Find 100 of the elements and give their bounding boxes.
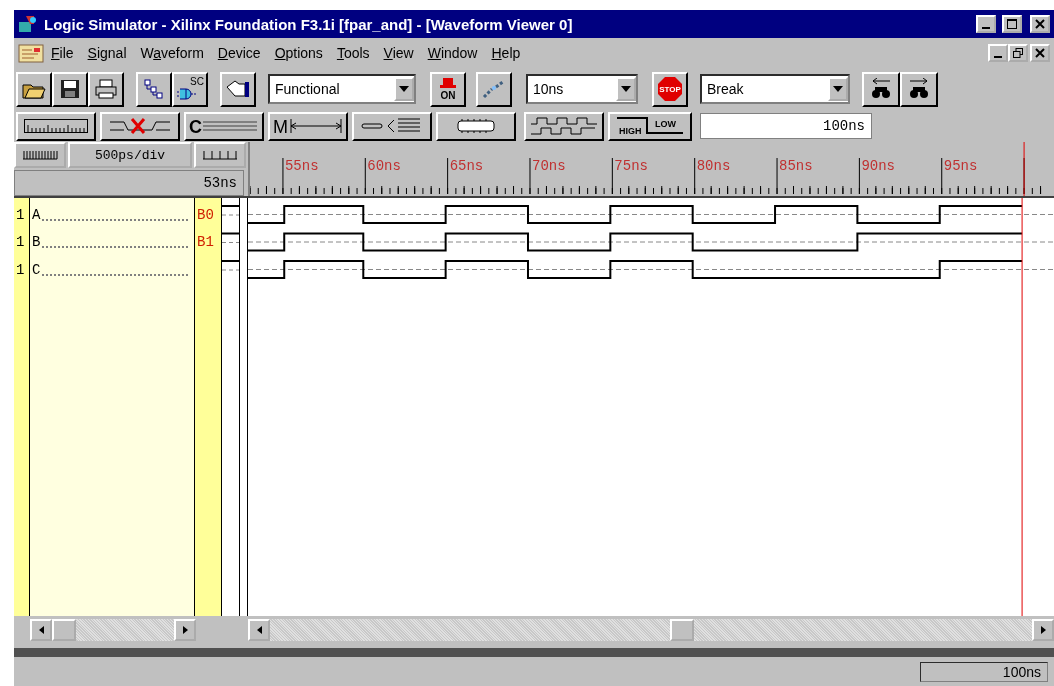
high-low-button[interactable]: HIGH LOW	[608, 111, 692, 141]
status-time: 100ns	[920, 661, 1048, 682]
stop-button[interactable]: STOP	[652, 71, 688, 107]
time-label: 85ns	[779, 158, 813, 174]
scroll-left-button[interactable]	[30, 619, 52, 641]
find-previous-button[interactable]	[862, 71, 900, 107]
menu-item[interactable]: Signal	[80, 45, 134, 61]
stop-label: STOP	[659, 85, 681, 94]
close-icon	[1035, 48, 1045, 58]
probe-button[interactable]	[476, 71, 512, 107]
gate-button[interactable]: SC	[172, 71, 208, 107]
mode-value: Functional	[275, 81, 340, 97]
time-label: 90ns	[861, 158, 895, 174]
time-label: 75ns	[614, 158, 648, 174]
hierarchy-icon	[143, 78, 165, 100]
marker-button[interactable]: M	[268, 111, 348, 141]
crossed-waveform-icon	[108, 116, 172, 136]
pointing-hand-icon	[225, 79, 251, 99]
dropdown-button[interactable]	[616, 77, 636, 101]
scroll-right-button[interactable]	[174, 619, 196, 641]
close-icon	[1035, 19, 1045, 29]
step-value: 10ns	[533, 81, 564, 97]
signal-value: B1	[197, 234, 214, 251]
left-arrow-icon	[38, 626, 44, 634]
find-next-button[interactable]	[900, 71, 938, 107]
restore-icon	[1013, 48, 1023, 58]
hierarchy-button[interactable]	[136, 71, 172, 107]
close-button[interactable]	[1030, 15, 1050, 33]
minimize-button[interactable]	[988, 44, 1008, 62]
zoom-in-button[interactable]	[14, 142, 66, 168]
gate-label: SC	[190, 76, 204, 87]
menu-item[interactable]: Options	[267, 45, 330, 61]
dense-ruler-icon	[22, 150, 58, 160]
menu-item[interactable]: Waveform	[133, 45, 211, 61]
time-label: 55ns	[284, 158, 319, 174]
ruler-icon	[24, 119, 88, 133]
mode-dropdown[interactable]: Functional	[268, 74, 416, 104]
on-label: ON	[440, 90, 456, 101]
binoculars-left-icon	[870, 78, 892, 100]
menu-item[interactable]: Help	[484, 45, 528, 61]
signal-value: B0	[197, 206, 214, 223]
app-icon	[18, 14, 38, 34]
time-label: 70ns	[532, 158, 566, 174]
open-button[interactable]	[16, 71, 52, 107]
pane-splitter[interactable]	[240, 198, 248, 616]
menu-item[interactable]: View	[376, 45, 421, 61]
signal-name[interactable]: C	[32, 261, 41, 278]
on-button[interactable]: ON	[430, 71, 466, 107]
menu-item[interactable]: File	[44, 45, 81, 61]
menu-item[interactable]: Tools	[329, 45, 377, 61]
caret-icon	[399, 86, 409, 92]
break-dropdown[interactable]: Break	[700, 74, 850, 104]
maximize-icon	[1007, 19, 1017, 29]
caret-icon	[621, 86, 631, 92]
menu-item[interactable]: Window	[420, 45, 485, 61]
restore-button[interactable]	[1008, 44, 1028, 62]
ruler-button[interactable]	[16, 111, 96, 141]
marker-label: M	[273, 117, 288, 136]
minimize-button[interactable]	[976, 15, 996, 33]
time-cursor	[1023, 142, 1025, 196]
document-icon	[18, 42, 44, 64]
dropdown-button[interactable]	[828, 77, 848, 101]
bus-button[interactable]	[352, 111, 432, 141]
right-arrow-icon	[1040, 626, 1046, 634]
delete-glitch-button[interactable]	[100, 111, 180, 141]
probe-icon	[482, 79, 506, 99]
save-button[interactable]	[52, 71, 88, 107]
scroll-thumb[interactable]	[52, 619, 76, 641]
signal-number: 1	[16, 261, 25, 278]
square-wave-icon	[529, 116, 599, 136]
zoom-out-button[interactable]	[194, 142, 246, 168]
time-label: 60ns	[367, 158, 401, 174]
chip-button[interactable]	[436, 111, 516, 141]
signal-name[interactable]: A	[32, 206, 41, 223]
left-arrow-icon	[256, 626, 262, 634]
scroll-right-button[interactable]	[1032, 619, 1054, 641]
scale-button[interactable]: 500ps/div	[68, 142, 192, 168]
caret-icon	[833, 86, 843, 92]
minimize-icon	[982, 27, 990, 29]
print-button[interactable]	[88, 71, 124, 107]
time-label: 65ns	[449, 158, 484, 174]
printer-icon	[95, 79, 117, 99]
clock-wave-button[interactable]	[524, 111, 604, 141]
clock-label: C	[189, 117, 202, 136]
close-button[interactable]	[1030, 44, 1050, 62]
clock-button[interactable]: C	[184, 111, 264, 141]
break-value: Break	[707, 81, 744, 97]
dropdown-button[interactable]	[394, 77, 414, 101]
scroll-thumb[interactable]	[670, 619, 694, 641]
maximize-button[interactable]	[1002, 15, 1022, 33]
signal-name[interactable]: B	[32, 234, 41, 251]
signal-number: 1	[16, 206, 25, 223]
step-dropdown[interactable]: 10ns	[526, 74, 638, 104]
binoculars-right-icon	[908, 78, 930, 100]
low-label: LOW	[655, 119, 676, 129]
high-label: HIGH	[619, 126, 642, 136]
time-field[interactable]: 100ns	[700, 113, 872, 139]
menu-item[interactable]: Device	[210, 45, 268, 61]
pointer-button[interactable]	[220, 71, 256, 107]
scroll-left-button[interactable]	[248, 619, 270, 641]
